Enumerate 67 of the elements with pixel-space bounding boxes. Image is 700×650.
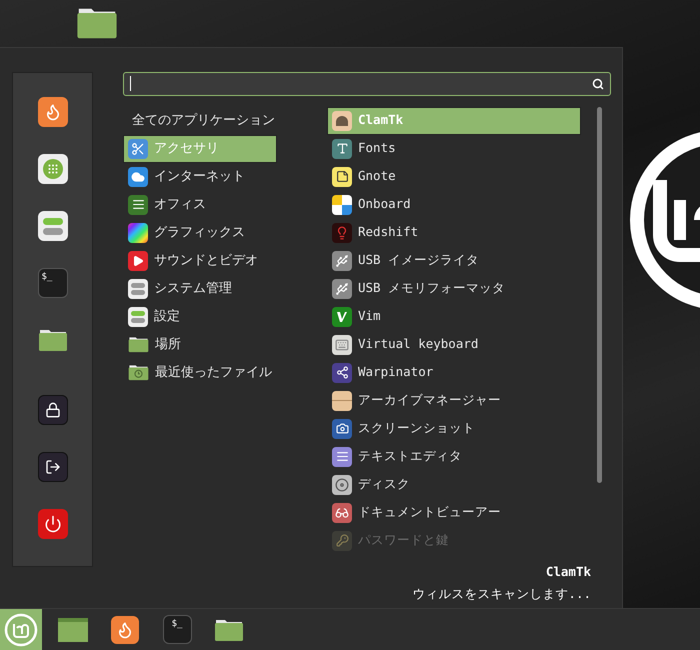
glasses-icon bbox=[332, 502, 352, 522]
app-item[interactable]: Gnote bbox=[327, 162, 581, 190]
document-icon bbox=[128, 194, 148, 214]
category-item[interactable]: 設定 bbox=[123, 302, 277, 330]
terminal-icon[interactable]: $_ bbox=[38, 268, 68, 298]
category-item[interactable]: 全てのアプリケーション bbox=[123, 106, 277, 134]
category-item[interactable]: 場所 bbox=[123, 330, 277, 358]
search-field[interactable] bbox=[123, 72, 611, 96]
category-item[interactable]: グラフィックス bbox=[123, 218, 277, 246]
font-icon bbox=[332, 138, 352, 158]
category-item[interactable]: サウンドとビデオ bbox=[123, 246, 277, 274]
app-item[interactable]: Vim bbox=[327, 302, 581, 330]
archive-box-icon bbox=[332, 390, 352, 410]
camera-icon bbox=[332, 418, 352, 438]
color-palette-icon bbox=[128, 222, 148, 242]
app-item[interactable]: ドキュメントビューアー bbox=[327, 498, 581, 526]
terminal-icon: $_ bbox=[162, 615, 192, 644]
category-item[interactable]: システム管理 bbox=[123, 274, 277, 302]
app-item[interactable]: スクリーンショット bbox=[327, 414, 581, 442]
usb-icon bbox=[332, 278, 352, 298]
app-item[interactable]: テキストエディタ bbox=[327, 442, 581, 470]
browser-icon bbox=[111, 616, 139, 644]
category-item[interactable]: オフィス bbox=[123, 190, 277, 218]
app-item[interactable]: USB メモリフォーマッタ bbox=[327, 274, 581, 302]
app-title: ClamTk bbox=[546, 562, 591, 580]
text-cursor bbox=[130, 76, 131, 92]
app-item[interactable]: アーカイブマネージャー bbox=[327, 386, 581, 414]
category-item[interactable]: インターネット bbox=[123, 162, 277, 190]
category-item[interactable]: 最近使ったファイル bbox=[123, 358, 277, 386]
sticky-note-icon bbox=[332, 166, 352, 186]
shell-icon bbox=[332, 110, 352, 130]
desktop-folder-icon bbox=[76, 6, 118, 40]
folder-clock-icon bbox=[128, 364, 149, 381]
power-icon[interactable] bbox=[38, 509, 68, 539]
app-item[interactable]: Virtual keyboard bbox=[327, 330, 581, 358]
settings-icon bbox=[38, 211, 68, 241]
app-description: ウィルスをスキャンします... bbox=[412, 585, 591, 604]
cloud-icon bbox=[128, 166, 148, 186]
app-item[interactable]: Warpinator bbox=[327, 358, 581, 386]
app-item[interactable]: Fonts bbox=[327, 134, 581, 162]
keyboard-icon bbox=[332, 334, 352, 354]
folder-icon bbox=[214, 618, 244, 642]
logout-icon[interactable] bbox=[38, 452, 68, 482]
folder-icon bbox=[128, 336, 149, 353]
usb-icon bbox=[332, 250, 352, 270]
app-item[interactable]: Onboard bbox=[327, 190, 581, 218]
lightbulb-icon bbox=[332, 222, 352, 242]
play-icon bbox=[128, 250, 148, 270]
key-icon bbox=[332, 530, 352, 550]
scrollbar[interactable] bbox=[597, 106, 602, 482]
app-item[interactable]: Redshift bbox=[327, 218, 581, 246]
text-lines-icon bbox=[332, 446, 352, 466]
grid-icon[interactable] bbox=[38, 154, 68, 184]
folder-icon bbox=[38, 328, 68, 352]
browser-icon[interactable] bbox=[38, 97, 68, 127]
search-icon[interactable] bbox=[592, 78, 604, 90]
logo-icon bbox=[4, 612, 38, 646]
toggles-icon bbox=[128, 306, 148, 326]
vim-icon bbox=[332, 306, 352, 326]
app-item[interactable]: ディスク bbox=[327, 470, 581, 498]
toggles-icon bbox=[128, 278, 148, 298]
window-icon bbox=[58, 618, 88, 642]
app-item[interactable]: USB イメージライタ bbox=[327, 246, 581, 274]
terminal-button[interactable]: $_ bbox=[156, 608, 198, 650]
lock-icon[interactable] bbox=[38, 395, 68, 425]
network-icon bbox=[332, 362, 352, 382]
scissors-icon bbox=[128, 138, 148, 158]
